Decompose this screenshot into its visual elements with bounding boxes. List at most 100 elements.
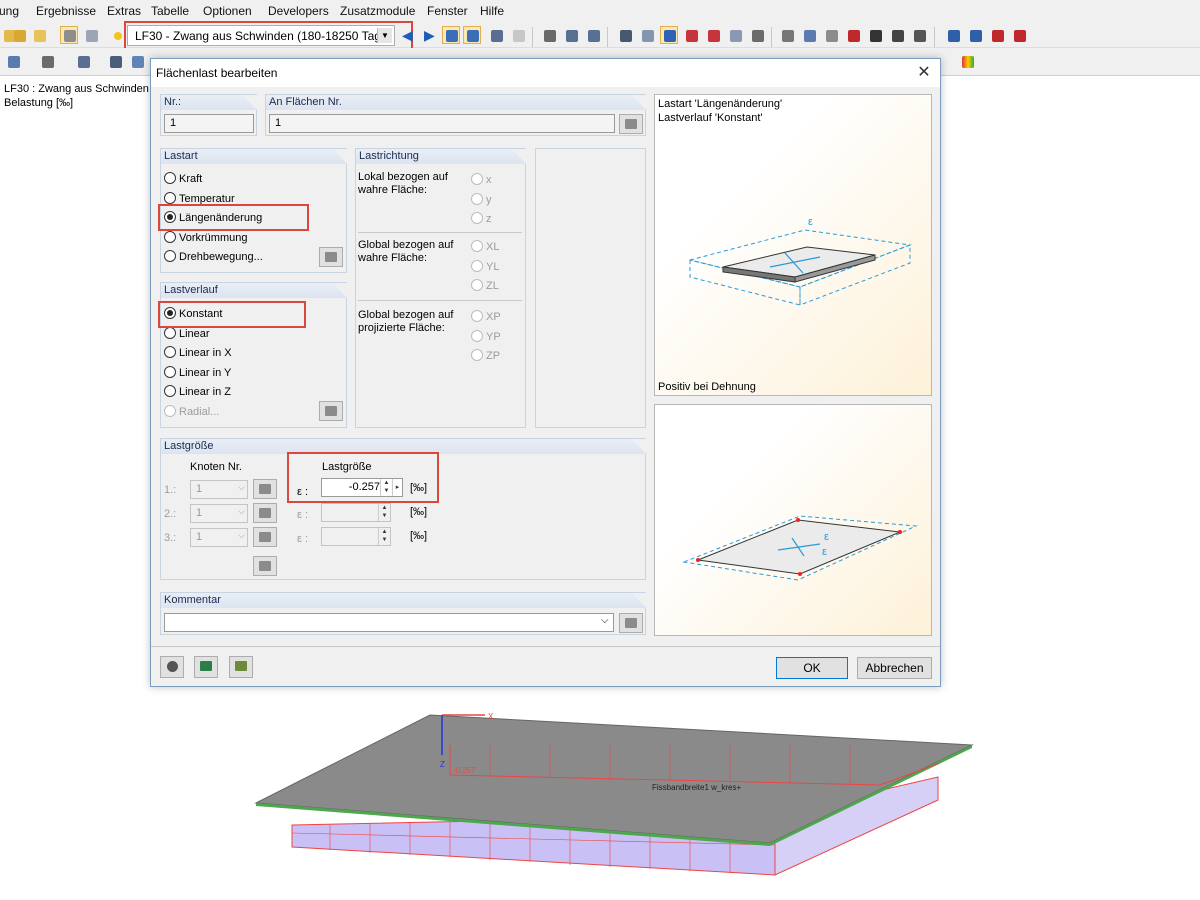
format-icon[interactable] [509,26,527,44]
radio-dir-y[interactable]: y [471,193,492,206]
ok-button[interactable]: OK [776,657,848,679]
preview-diagram-load-type: Lastart 'Längenänderung' Lastverlauf 'Ko… [654,94,932,396]
edit-icon[interactable] [10,26,28,44]
next-loadcase-icon[interactable]: ▶ [424,27,435,44]
radio-dir-yl[interactable]: YL [471,260,499,273]
units-button[interactable] [194,656,218,678]
model-view[interactable]: X Z -0.257 Fissbandbreite1 w_kres+ [250,705,980,890]
view-icon[interactable] [487,26,505,44]
radio-kraft[interactable]: Kraft [164,172,202,185]
row3-pick-button[interactable] [253,527,277,547]
menu-extras[interactable]: Extras [107,4,141,18]
folder-icon[interactable] [30,26,48,44]
grid2-icon[interactable] [638,26,656,44]
info-icon[interactable] [866,26,884,44]
menu-bar: ung Ergebnisse Extras Tabelle Optionen D… [0,0,1200,22]
menu-tabelle[interactable]: Tabelle [151,4,189,18]
row3-node-select[interactable]: 1 ⌵ [190,528,248,547]
row2-value-input[interactable]: ▲ ▼ [321,503,391,522]
color-scale-icon[interactable] [958,52,976,70]
settings-button[interactable] [229,656,253,678]
delete-icon[interactable] [844,26,862,44]
row1-node-select[interactable]: 1 ⌵ [190,480,248,499]
nr-field[interactable]: 1 [164,114,254,133]
solid-icon[interactable] [106,52,124,70]
surfaces-field[interactable]: 1 [269,114,615,133]
menu-developers[interactable]: Developers [268,4,329,18]
radio-dir-yp[interactable]: YP [471,330,501,343]
dimension-icon[interactable] [822,26,840,44]
pdf2-icon[interactable] [1010,26,1028,44]
radio-dir-zp[interactable]: ZP [471,349,500,362]
close-icon[interactable]: ✕ [914,63,934,83]
row2-node-select[interactable]: 1 ⌵ [190,504,248,523]
member-icon[interactable] [74,52,92,70]
section-icon[interactable] [726,26,744,44]
lastart-edit-button[interactable] [319,247,343,267]
surface-icon[interactable] [38,52,56,70]
divider [358,232,522,233]
group-empty [535,148,646,428]
target-icon[interactable] [800,26,818,44]
radio-radial[interactable]: Radial... [164,405,219,418]
export2-icon[interactable] [966,26,984,44]
table-view-icon[interactable] [60,26,78,44]
comment-library-button[interactable] [619,613,643,633]
report-icon[interactable] [888,26,906,44]
model2-icon[interactable] [584,26,602,44]
mesh-icon[interactable] [616,26,634,44]
radio-vorkruemmung[interactable]: Vorkrümmung [164,231,247,244]
row3-value-input[interactable]: ▲ ▼ [321,527,391,546]
radio-dir-xp[interactable]: XP [471,310,501,323]
local-direction-label: Lokal bezogen auf wahre Fläche: [358,171,448,196]
lastverlauf-edit-button[interactable] [319,401,343,421]
chevron-down-icon[interactable]: ⌵ [601,615,609,626]
print-icon[interactable] [910,26,928,44]
row1-pick-button[interactable] [253,479,277,499]
group-nr: Nr.: 1 [160,94,257,136]
grid-icon[interactable] [82,26,100,44]
radio-circle [164,366,176,378]
menu-zusatzmodule[interactable]: Zusatzmodule [340,4,415,18]
radio-dir-x[interactable]: x [471,173,492,186]
filter-icon[interactable] [748,26,766,44]
export-icon[interactable] [944,26,962,44]
rotate-icon[interactable] [704,26,722,44]
radio-linear-z[interactable]: Linear in Z [164,385,231,398]
animate-icon[interactable] [540,26,558,44]
cancel-button[interactable]: Abbrechen [857,657,932,679]
prev-loadcase-icon[interactable]: ◀ [402,27,413,44]
pdf-icon[interactable] [988,26,1006,44]
radio-drehbewegung[interactable]: Drehbewegung... [164,250,263,263]
menu-fenster[interactable]: Fenster [427,4,468,18]
radio-linear-x[interactable]: Linear in X [164,346,232,359]
radio-circle [471,212,483,224]
radio-circle [471,310,483,322]
row2-index: 2.: [164,508,177,520]
separator [771,27,772,47]
row2-pick-button[interactable] [253,503,277,523]
values-icon[interactable] [463,26,481,44]
menu-ergebnisse[interactable]: Ergebnisse [36,4,96,18]
menu-optionen[interactable]: Optionen [203,4,252,18]
select-icon[interactable] [660,26,678,44]
comment-input[interactable] [164,613,614,632]
model-icon[interactable] [562,26,580,44]
radio-dir-z[interactable]: z [471,212,492,225]
pick-surfaces-button[interactable] [619,114,643,134]
radio-linear-y[interactable]: Linear in Y [164,366,231,379]
results-icon[interactable] [442,26,460,44]
highlight-konstant [158,301,306,328]
move-icon[interactable] [682,26,700,44]
global-proj-label: Global bezogen auf projizierte Fläche: [358,309,454,334]
node-icon[interactable] [4,52,22,70]
cube-icon[interactable] [128,52,146,70]
menu-hilfe[interactable]: Hilfe [480,4,504,18]
menu-berechnung[interactable]: ung [0,4,19,18]
multi-pick-button[interactable] [253,556,277,576]
radio-dir-zl[interactable]: ZL [471,279,499,292]
radio-dir-xl[interactable]: XL [471,240,499,253]
measure-icon[interactable] [778,26,796,44]
help-button[interactable] [160,656,184,678]
radio-linear[interactable]: Linear [164,327,210,340]
